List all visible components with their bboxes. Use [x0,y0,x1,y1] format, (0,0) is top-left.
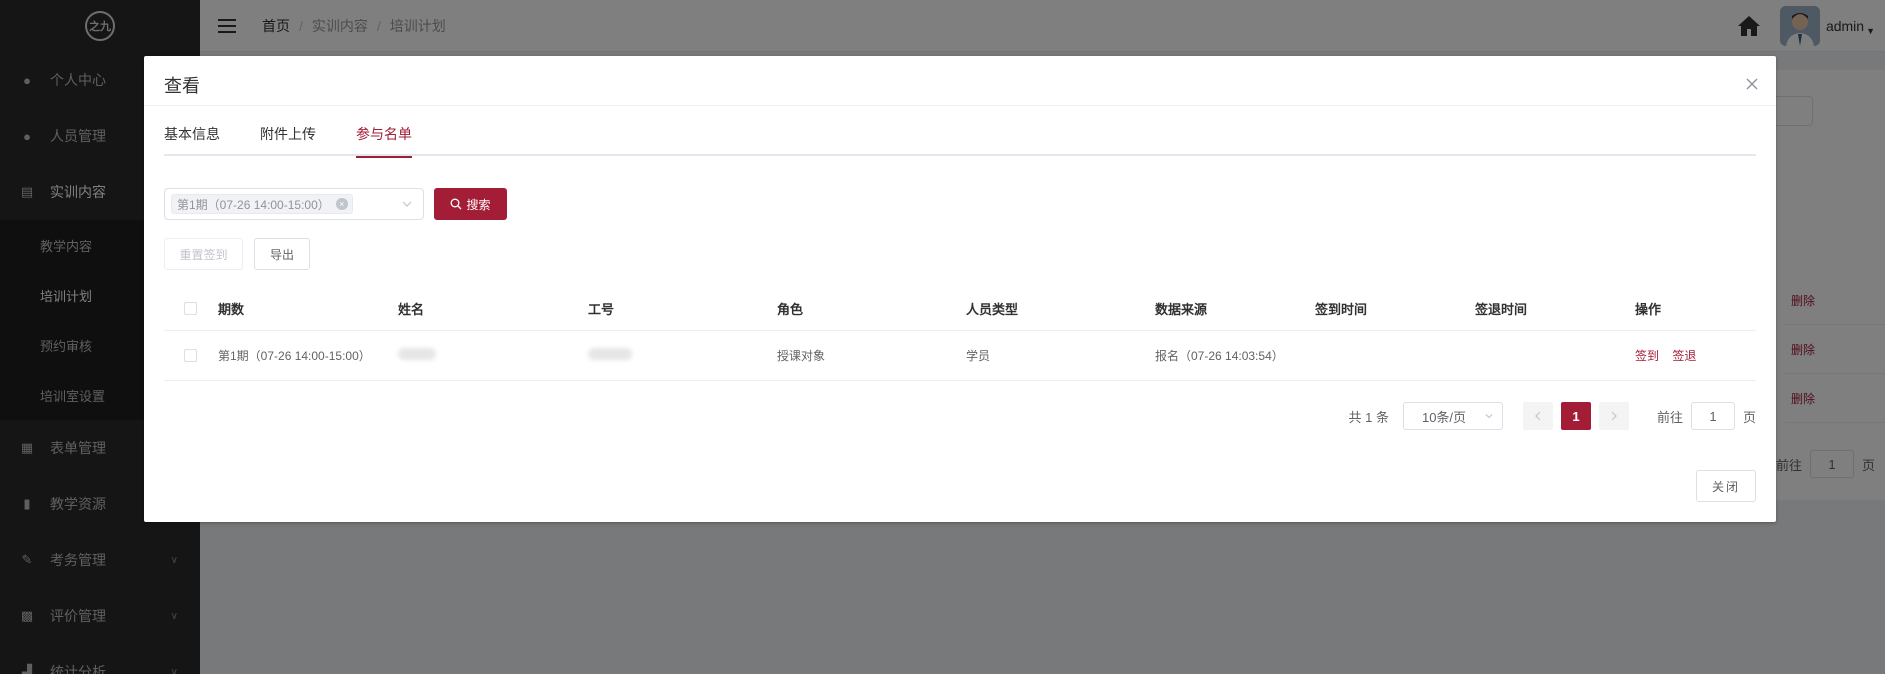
goto-page: 前往 1 页 [1657,402,1756,430]
row-checkbox[interactable] [184,349,197,362]
search-button[interactable]: 搜索 [434,188,507,220]
table-header: 期数 姓名 工号 角色 人员类型 数据来源 签到时间 签退时间 操作 [164,286,1756,331]
column-header: 期数 [218,301,245,317]
goto-page-input[interactable]: 1 [1690,402,1735,430]
chevron-right-icon [1611,411,1617,421]
tab-basic-info[interactable]: 基本信息 [164,122,220,156]
redacted-name [398,348,436,360]
selected-tag: 第1期（07-26 14:00-15:00） × [171,194,353,214]
tag-close-icon[interactable]: × [335,198,348,210]
cell-source: 报名（07-26 14:03:54） [1155,349,1284,363]
cell-person-type: 学员 [966,349,991,363]
column-header: 操作 [1635,301,1662,317]
select-all-cell [164,301,218,315]
tab-attachments[interactable]: 附件上传 [260,122,316,156]
cell-role: 授课对象 [777,349,826,363]
select-all-checkbox[interactable] [184,301,197,315]
reset-signin-button[interactable]: 重置签到 [164,238,243,270]
selected-tag-label: 第1期（07-26 14:00-15:00） [177,197,330,212]
chevron-left-icon [1535,411,1541,421]
period-select[interactable]: 第1期（07-26 14:00-15:00） × [164,188,424,220]
participants-table: 期数 姓名 工号 角色 人员类型 数据来源 签到时间 签退时间 操作 第1期（0… [164,286,1756,381]
column-header: 姓名 [398,301,425,317]
view-dialog: 查看 基本信息 附件上传 参与名单 第1期（07-26 14:00-15:00）… [144,56,1776,522]
search-button-label: 搜索 [466,197,491,212]
dialog-title: 查看 [164,76,200,96]
close-button[interactable]: 关闭 [1696,470,1756,502]
cell-actions: 签到 签退 [1635,347,1715,364]
prev-page-button[interactable] [1522,402,1553,430]
search-icon [451,198,462,210]
page-number-current[interactable]: 1 [1560,402,1591,430]
dialog-header: 查看 [144,56,1776,106]
column-header: 工号 [588,301,615,317]
redacted-job-no [588,348,632,360]
chevron-down-icon [402,201,412,207]
signout-link[interactable]: 签退 [1672,349,1696,363]
column-header: 角色 [777,301,804,317]
cell-job-no [588,348,777,363]
cell-name [398,348,588,363]
chevron-down-icon [1485,414,1493,419]
column-header: 人员类型 [966,301,1019,317]
cell-period: 第1期（07-26 14:00-15:00） [218,349,371,363]
goto-label: 前往 [1656,409,1683,425]
export-button[interactable]: 导出 [254,238,310,270]
column-header: 数据来源 [1155,301,1208,317]
dialog-tabs: 基本信息 附件上传 参与名单 [164,122,1756,158]
page-size-select[interactable]: 10条/页 [1402,402,1503,430]
signin-link[interactable]: 签到 [1635,349,1659,363]
pagination: 共 1 条 10条/页 1 前往 1 页 [1348,402,1756,430]
page-suffix: 页 [1742,409,1756,425]
tab-participants[interactable]: 参与名单 [356,122,412,158]
table-row: 第1期（07-26 14:00-15:00） 授课对象 学员 报名（07-26 … [164,331,1756,381]
next-page-button[interactable] [1598,402,1629,430]
page-size-value: 10条/页 [1421,409,1467,425]
total-count: 共 1 条 [1348,409,1389,425]
column-header: 签到时间 [1315,301,1368,317]
row-select-cell [164,349,218,362]
column-header: 签退时间 [1475,301,1528,317]
close-icon[interactable] [1746,78,1758,90]
